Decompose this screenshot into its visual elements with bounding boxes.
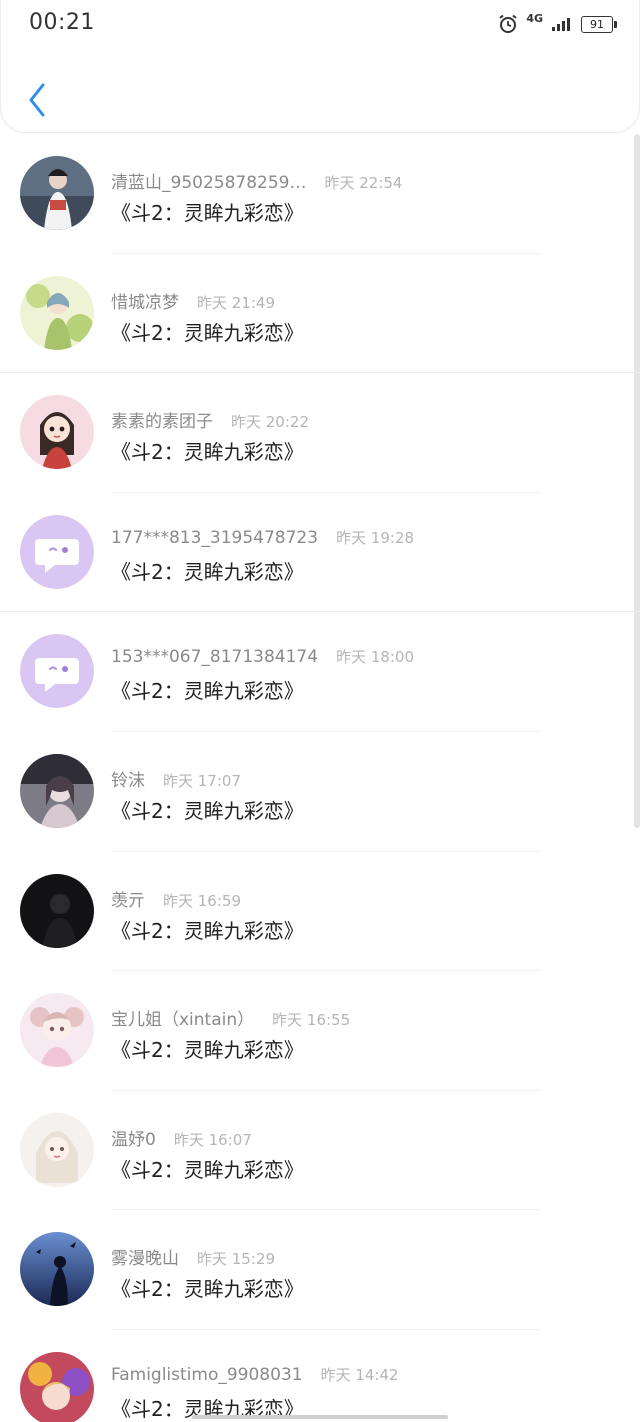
item-title: 《斗2：灵眸九彩恋》 [111,1157,304,1182]
item-meta: Famiglistimo_9908031 昨天 14:42 [111,1364,399,1385]
avatar[interactable] [20,275,94,350]
avatar[interactable] [20,993,94,1068]
home-indicator[interactable] [192,1415,448,1419]
item-meta: 177***813_3195478723 昨天 19:28 [111,527,414,548]
item-meta: 雾漫晚山 昨天 15:29 [111,1244,275,1269]
timestamp: 昨天 18:00 [336,648,415,667]
back-button[interactable] [19,78,55,122]
item-title: 《斗2：灵眸九彩恋》 [111,201,304,225]
user-name[interactable]: 清蓝山_95025878259… [111,168,306,193]
item-meta: 惜城凉梦 昨天 21:49 [111,288,275,313]
timestamp: 昨天 19:28 [336,528,415,547]
list-item[interactable]: 羡亓 昨天 16:59 《斗2：灵眸九彩恋》 [0,852,640,972]
default-avatar[interactable] [20,634,94,709]
message-list: 清蓝山_95025878259… 昨天 22:54 《斗2：灵眸九彩恋》 惜城凉梦 昨天… [0,134,640,1422]
list-item[interactable]: 温妤0 昨天 16:07 《斗2：灵眸九彩恋》 [0,1091,640,1211]
avatar[interactable] [20,156,94,230]
alarm-icon [499,14,517,33]
chevron-left-icon [29,83,45,117]
top-header: 00:21 4G 91 [0,0,640,133]
network-label: 4G [526,11,543,25]
list-item[interactable]: 铃沫 昨天 17:07 《斗2：灵眸九彩恋》 [0,732,640,852]
timestamp: 昨天 16:07 [173,1130,252,1149]
item-meta: 素素的素团子 昨天 20:22 [111,407,309,432]
item-title: 《斗2：灵眸九彩恋》 [111,798,304,823]
timestamp: 昨天 17:07 [163,771,241,790]
avatar[interactable] [20,753,94,828]
status-icons: 4G 91 [498,11,617,34]
item-title: 《斗2：灵眸九彩恋》 [111,679,304,704]
battery-icon: 91 [581,15,617,33]
item-meta: 清蓝山_95025878259… 昨天 22:54 [111,168,402,193]
list-item[interactable]: 雾漫晚山 昨天 15:29 《斗2：灵眸九彩恋》 [0,1210,640,1330]
avatar[interactable] [20,395,94,470]
timestamp: 昨天 16:59 [163,891,241,910]
user-name[interactable]: 153***067_8171384174 [111,647,318,667]
item-meta: 温妤0 昨天 16:07 [111,1125,252,1150]
list-item[interactable]: 153***067_8171384174 昨天 18:00 《斗2：灵眸九彩恋》 [0,612,640,732]
user-name[interactable]: 177***813_3195478723 [111,528,318,548]
list-item[interactable]: 177***813_3195478723 昨天 19:28 《斗2：灵眸九彩恋》 [0,493,640,613]
timestamp: 昨天 15:29 [197,1250,275,1269]
item-title: 《斗2：灵眸九彩恋》 [111,320,304,345]
list-item[interactable]: 清蓝山_95025878259… 昨天 22:54 《斗2：灵眸九彩恋》 [0,134,640,254]
list-item[interactable]: 惜城凉梦 昨天 21:49 《斗2：灵眸九彩恋》 [0,254,640,374]
signal-icon [552,18,570,31]
item-title: 《斗2：灵眸九彩恋》 [111,440,304,465]
user-name[interactable]: Famiglistimo_9908031 [111,1365,303,1385]
avatar[interactable] [20,1112,94,1187]
timestamp: 昨天 21:49 [197,293,275,312]
status-time: 00:21 [29,10,95,35]
timestamp: 昨天 22:54 [324,174,403,192]
item-meta: 宝儿姐（xintain） 昨天 16:55 [111,1005,350,1030]
screen: 00:21 4G 91 清蓝山_95025878259… 昨天 22:54 《斗2：… [0,0,640,1422]
user-name[interactable]: 雾漫晚山 [111,1244,179,1269]
user-name[interactable]: 羡亓 [111,886,145,911]
list-item[interactable]: 宝儿姐（xintain） 昨天 16:55 《斗2：灵眸九彩恋》 [0,971,640,1091]
item-meta: 153***067_8171384174 昨天 18:00 [111,646,414,667]
user-name[interactable]: 惜城凉梦 [111,288,179,313]
user-name[interactable]: 温妤0 [111,1125,156,1150]
avatar[interactable] [20,873,94,948]
user-name[interactable]: 铃沫 [111,766,145,791]
user-name[interactable]: 宝儿姐（xintain） [111,1005,254,1030]
list-item[interactable]: 素素的素团子 昨天 20:22 《斗2：灵眸九彩恋》 [0,373,640,493]
timestamp: 昨天 14:42 [320,1365,399,1384]
timestamp: 昨天 20:22 [231,413,309,432]
avatar[interactable] [20,1351,94,1422]
item-meta: 羡亓 昨天 16:59 [111,886,241,911]
list-item[interactable]: Famiglistimo_9908031 昨天 14:42 《斗2：灵眸九彩恋》 [0,1330,640,1422]
item-title: 《斗2：灵眸九彩恋》 [111,559,304,584]
item-title: 《斗2：灵眸九彩恋》 [111,918,304,943]
avatar[interactable] [20,1232,94,1307]
item-title: 《斗2：灵眸九彩恋》 [111,1277,304,1302]
item-meta: 铃沫 昨天 17:07 [111,766,241,791]
user-name[interactable]: 素素的素团子 [111,407,213,432]
timestamp: 昨天 16:55 [272,1011,351,1030]
item-title: 《斗2：灵眸九彩恋》 [111,1038,304,1063]
default-avatar[interactable] [20,514,94,589]
